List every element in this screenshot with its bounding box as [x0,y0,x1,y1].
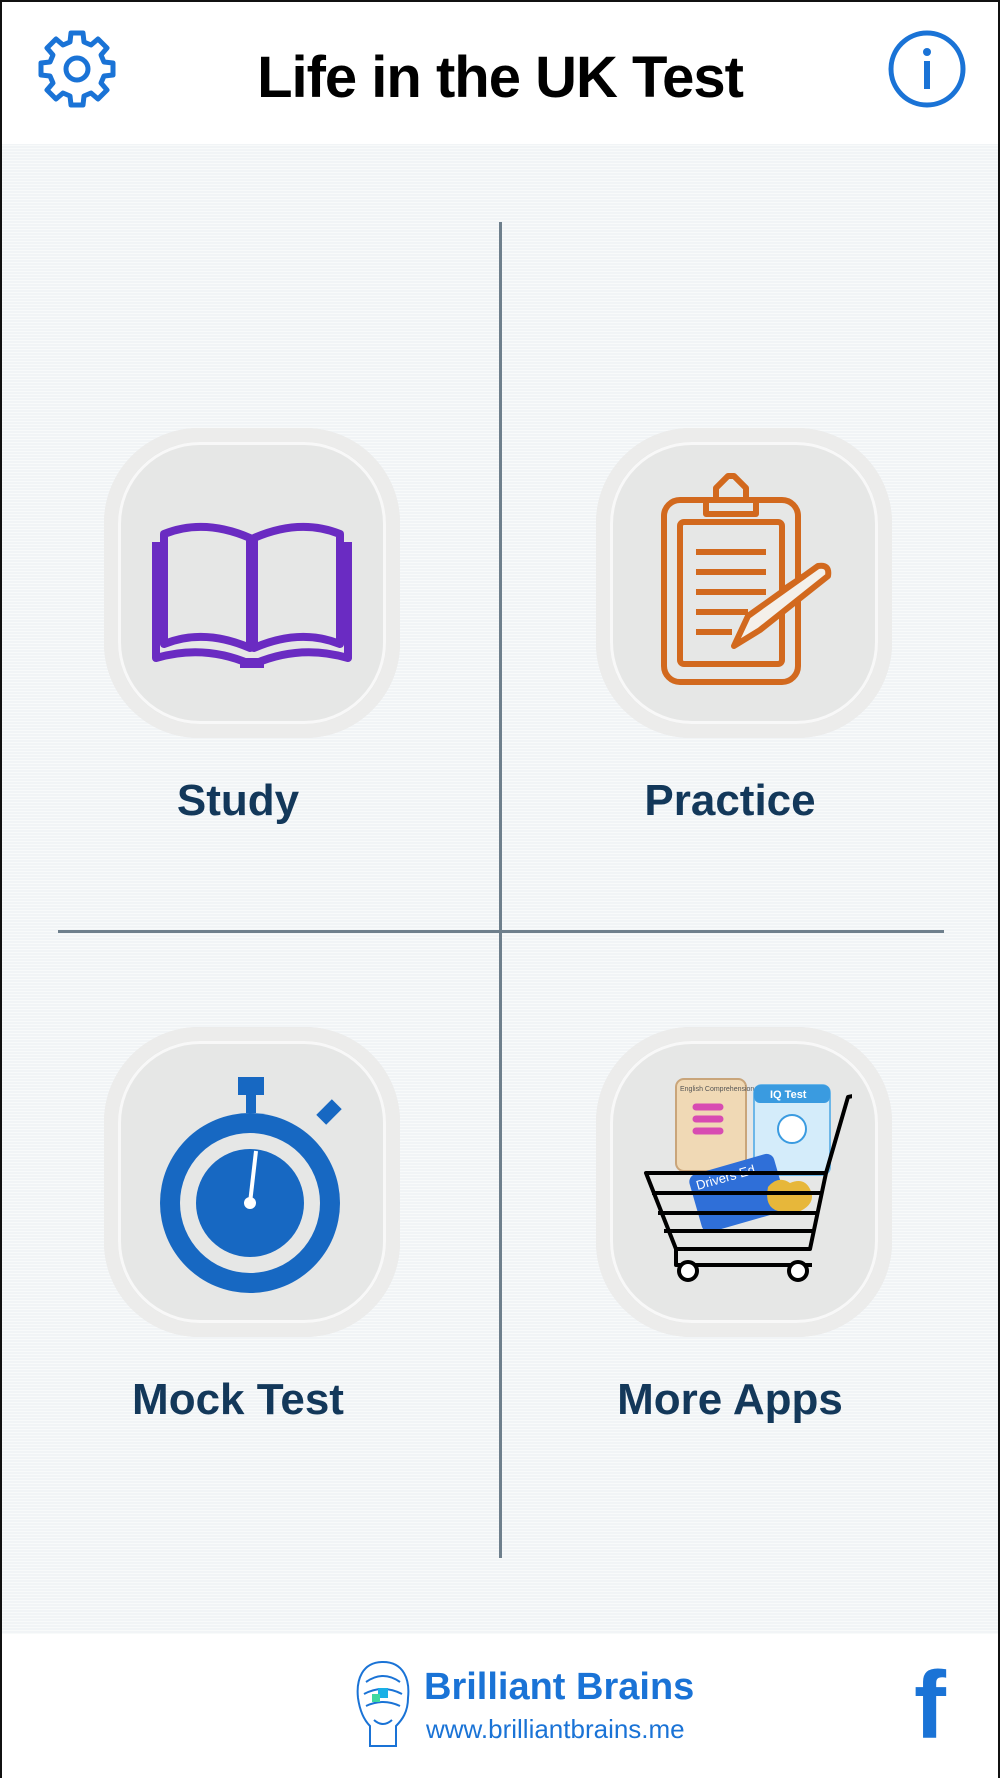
menu-grid: Study Practice Mock Test English Compreh… [2,144,998,1634]
vertical-divider [499,222,502,1558]
mock-test-label: Mock Test [132,1375,344,1424]
info-icon[interactable] [886,28,968,110]
brand-url[interactable]: www.brilliantbrains.me [426,1714,685,1745]
brain-head-icon [356,1660,410,1747]
brand-logo[interactable]: Brilliant Brains www.brilliantbrains.me [352,1658,712,1758]
open-book-icon [152,522,352,668]
clipboard-pen-icon [661,473,832,685]
more-apps-tile[interactable]: English Comprehension IQ Test Drivers Ed… [510,1027,950,1587]
app-iq-label: IQ Test [770,1089,807,1101]
facebook-icon[interactable]: f [914,1658,960,1754]
practice-tile[interactable]: Practice [510,428,950,988]
stopwatch-icon [160,1077,342,1293]
brand-name: Brilliant Brains [424,1666,695,1708]
page-title: Life in the UK Test [257,45,744,110]
mock-test-tile[interactable]: Mock Test [18,1027,458,1587]
app-header: Life in the UK Test [2,2,998,144]
shopping-cart-apps-icon: English Comprehension IQ Test Drivers Ed [644,1078,852,1282]
study-label: Study [176,776,300,825]
app-english-label: English Comprehension [680,1086,754,1093]
practice-label: Practice [644,776,816,825]
more-apps-label: More Apps [617,1375,843,1424]
footer: Brilliant Brains www.brilliantbrains.me … [2,1634,998,1778]
study-tile[interactable]: Study [18,428,458,988]
